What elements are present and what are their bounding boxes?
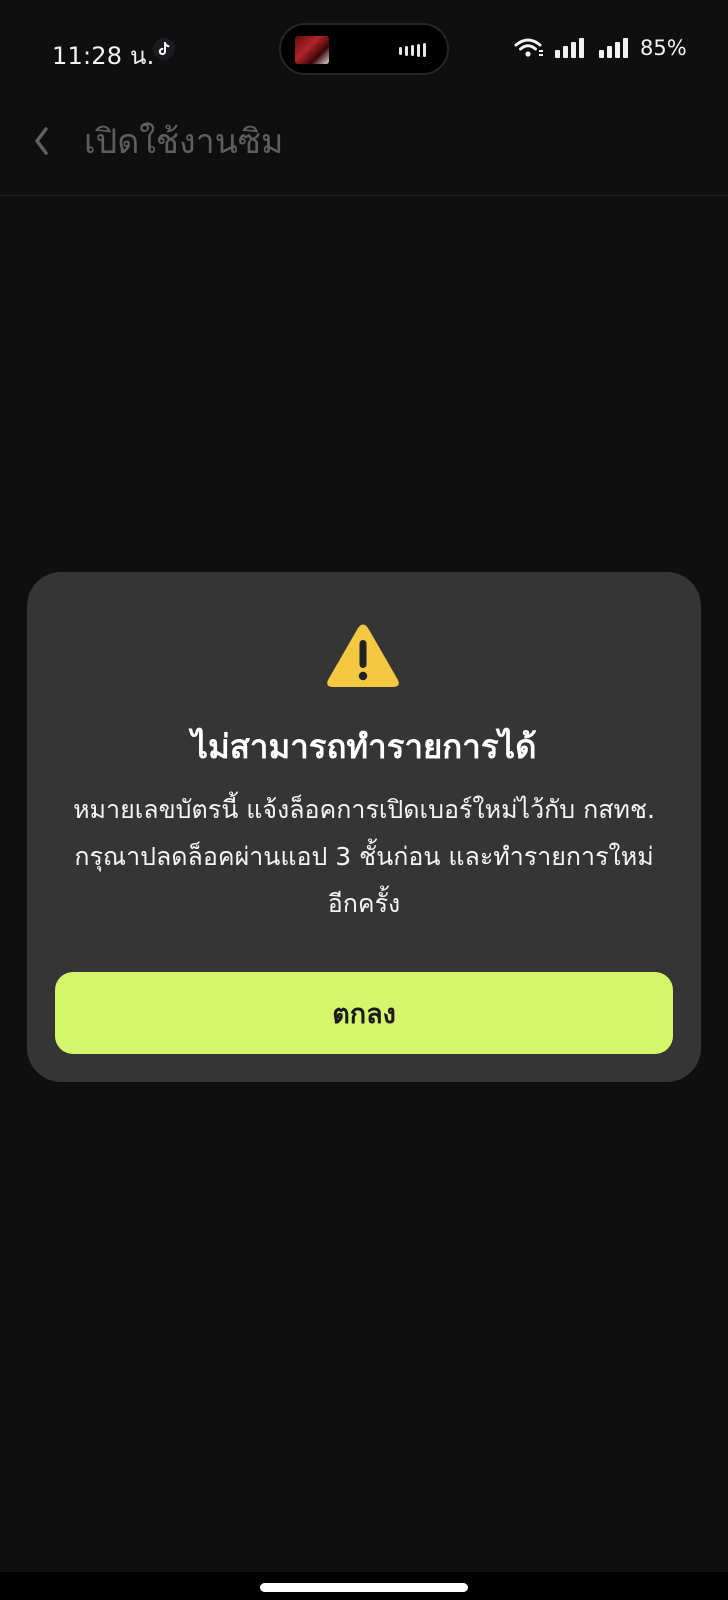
error-dialog: ไม่สามารถทำรายการได้ หมายเลขบัตรนี้ แจ้ง… xyxy=(27,572,701,1082)
warning-icon xyxy=(327,624,399,687)
page-title: เปิดใช้งานซิม xyxy=(84,122,284,162)
dialog-message-line: อีกครั้ง xyxy=(327,889,401,918)
back-button[interactable] xyxy=(22,116,62,166)
signal-icon xyxy=(599,38,628,58)
status-time: 11:28 น. xyxy=(52,42,155,70)
signal-icon xyxy=(555,38,584,58)
dialog-message: หมายเลขบัตรนี้ แจ้งล็อคการเปิดเบอร์ใหม่ไ… xyxy=(47,786,681,927)
audio-wave-icon xyxy=(399,43,426,57)
ok-button[interactable]: ตกลง xyxy=(55,972,673,1054)
dynamic-island[interactable] xyxy=(279,23,449,75)
tiktok-icon xyxy=(153,38,175,60)
media-thumbnail xyxy=(295,36,329,64)
wifi-icon xyxy=(514,38,543,57)
dialog-message-line: กรุณาปลดล็อคผ่านแอป 3 ชั้นก่อน และทำรายก… xyxy=(74,842,654,871)
app-header: เปิดใช้งานซิม xyxy=(0,96,728,196)
battery-percentage: 85% xyxy=(640,36,687,60)
status-bar: 11:28 น. 85% xyxy=(0,0,728,96)
dialog-title: ไม่สามารถทำรายการได้ xyxy=(191,727,537,766)
dialog-message-line: หมายเลขบัตรนี้ แจ้งล็อคการเปิดเบอร์ใหม่ไ… xyxy=(73,795,655,824)
chevron-left-icon xyxy=(35,127,48,155)
screen: 11:28 น. 85% เปิดใช้งานซิม ไม่สามารถทำรา… xyxy=(0,0,728,1600)
home-indicator[interactable] xyxy=(260,1583,468,1592)
ok-button-label: ตกลง xyxy=(332,998,396,1029)
